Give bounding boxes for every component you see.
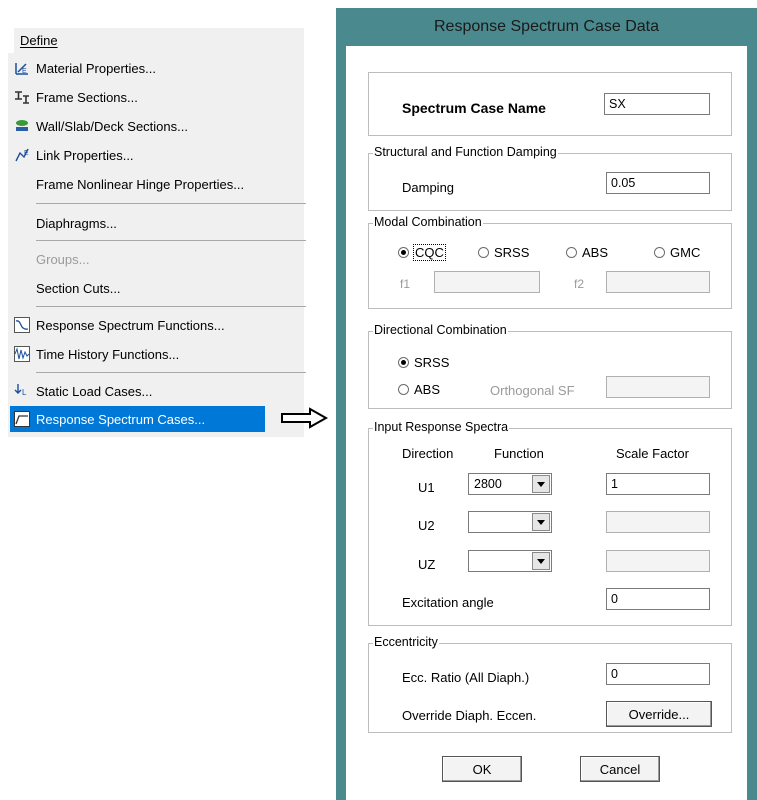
scale-uz-input [606, 550, 710, 572]
direction-uz-label: UZ [418, 557, 436, 572]
menu-item-static-load-cases[interactable]: L Static Load Cases... [14, 378, 302, 404]
define-menu-title[interactable]: Define [20, 33, 58, 48]
function-u2-select[interactable] [468, 511, 552, 533]
time-history-icon [14, 346, 30, 362]
function-uz-select[interactable] [468, 550, 552, 572]
material-icon: E [14, 60, 30, 76]
response-spectrum-case-icon [14, 411, 30, 427]
eccentricity-legend: Eccentricity [373, 635, 439, 649]
case-name-label: Spectrum Case Name [402, 100, 546, 116]
menu-separator [36, 203, 306, 204]
dialog-title: Response Spectrum Case Data [434, 18, 659, 35]
directional-combination-legend: Directional Combination [373, 323, 508, 337]
menu-separator [36, 240, 306, 241]
damping-input[interactable]: 0.05 [606, 172, 710, 194]
svg-text:E: E [24, 150, 29, 157]
scale-u1-input[interactable]: 1 [606, 473, 710, 495]
override-button[interactable]: Override... [606, 701, 712, 727]
menu-separator [36, 306, 306, 307]
modal-combination-group [368, 223, 732, 309]
f2-input [606, 271, 710, 293]
svg-text:E: E [22, 68, 27, 75]
link-icon: E [14, 147, 30, 163]
function-u1-select[interactable]: 2800 [468, 473, 552, 495]
menu-item-time-history-functions[interactable]: Time History Functions... [14, 341, 302, 367]
direction-header: Direction [402, 446, 454, 461]
menu-item-frame-nonlinear-hinge[interactable]: Frame Nonlinear Hinge Properties... [14, 171, 302, 197]
orthogonal-sf-input [606, 376, 710, 398]
chevron-down-icon[interactable] [532, 513, 550, 531]
radio-dot [398, 247, 409, 258]
static-load-icon: L [14, 383, 30, 399]
menu-item-diaphragms[interactable]: Diaphragms... [14, 210, 302, 236]
menu-separator [36, 372, 306, 373]
dialog-body: Spectrum Case Name SX Structural and Fun… [346, 46, 747, 800]
menu-item-material-properties[interactable]: E Material Properties... [14, 55, 302, 81]
response-spectrum-function-icon [14, 317, 30, 333]
chevron-down-icon[interactable] [532, 552, 550, 570]
input-response-spectra-legend: Input Response Spectra [373, 420, 510, 434]
cancel-button[interactable]: Cancel [580, 756, 660, 782]
f1-label: f1 [400, 277, 411, 291]
wall-slab-icon [14, 118, 30, 134]
menu-item-link-properties[interactable]: E Link Properties... [14, 142, 302, 168]
scale-u2-input [606, 511, 710, 533]
direction-u1-label: U1 [418, 480, 435, 495]
menu-bar: Define [14, 28, 304, 53]
radio-srss[interactable]: SRSS [478, 245, 529, 260]
menu-item-response-spectrum-functions[interactable]: Response Spectrum Functions... [14, 312, 302, 338]
radio-dir-srss[interactable]: SRSS [398, 355, 449, 370]
damping-group-legend: Structural and Function Damping [373, 145, 558, 159]
orthogonal-sf-label: Orthogonal SF [490, 383, 575, 398]
f2-label: f2 [574, 277, 585, 291]
response-spectrum-dialog: Response Spectrum Case Data Spectrum Cas… [336, 8, 757, 800]
radio-abs[interactable]: ABS [566, 245, 608, 260]
radio-dot [566, 247, 577, 258]
menu-item-response-spectrum-cases[interactable]: Response Spectrum Cases... [10, 406, 265, 432]
define-menu: E Material Properties... Frame Sections.… [8, 53, 306, 437]
radio-dot [478, 247, 489, 258]
damping-label-text: Damping [402, 180, 455, 195]
radio-dir-abs[interactable]: ABS [398, 382, 440, 397]
radio-cqc[interactable]: CQC [398, 244, 446, 261]
frame-section-icon [14, 89, 30, 105]
direction-u2-label: U2 [418, 518, 435, 533]
ecc-ratio-input[interactable]: 0 [606, 663, 710, 685]
menu-item-wall-slab-deck-sections[interactable]: Wall/Slab/Deck Sections... [14, 113, 302, 139]
excitation-angle-input[interactable]: 0 [606, 588, 710, 610]
override-diaph-label: Override Diaph. Eccen. [402, 708, 537, 723]
radio-dot [398, 357, 409, 368]
case-name-input[interactable]: SX [604, 93, 710, 115]
arrow-right-icon [281, 407, 329, 429]
radio-dot [654, 247, 665, 258]
ecc-ratio-label: Ecc. Ratio (All Diaph.) [402, 670, 530, 685]
svg-text:L: L [22, 388, 27, 397]
menu-item-groups: Groups... [36, 251, 90, 267]
ok-button[interactable]: OK [442, 756, 522, 782]
chevron-down-icon[interactable] [532, 475, 550, 493]
function-header: Function [494, 446, 544, 461]
radio-gmc[interactable]: GMC [654, 245, 700, 260]
scale-factor-header: Scale Factor [616, 446, 689, 461]
f1-input [434, 271, 540, 293]
menu-item-frame-sections[interactable]: Frame Sections... [14, 84, 302, 110]
excitation-angle-label: Excitation angle [402, 595, 494, 610]
menu-item-section-cuts[interactable]: Section Cuts... [14, 275, 302, 301]
radio-dot [398, 384, 409, 395]
modal-combination-legend: Modal Combination [373, 215, 483, 229]
